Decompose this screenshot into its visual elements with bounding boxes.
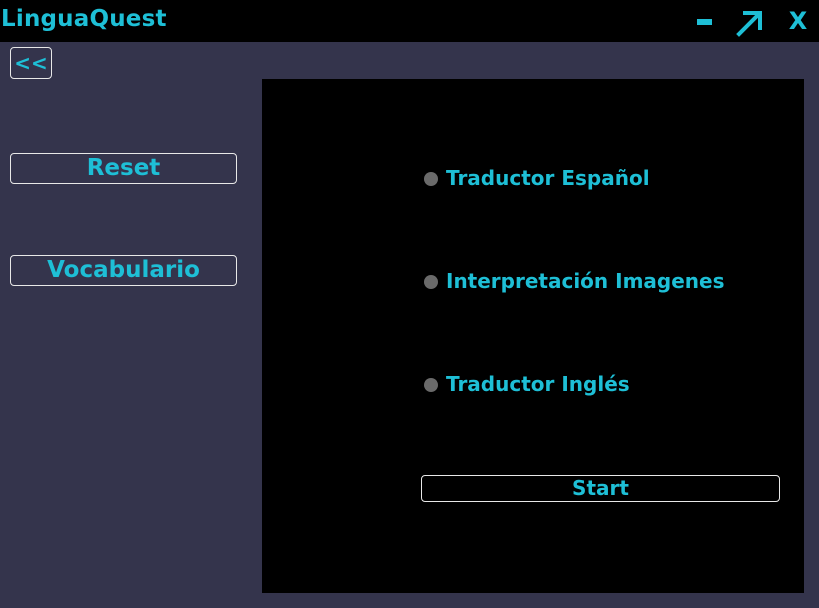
close-button[interactable]: X bbox=[787, 6, 809, 36]
maximize-arrow-icon bbox=[736, 11, 762, 37]
back-button[interactable]: << bbox=[10, 47, 52, 79]
start-button[interactable]: Start bbox=[421, 475, 780, 502]
app-title: LinguaQuest bbox=[1, 6, 167, 32]
minimize-button[interactable] bbox=[694, 0, 716, 42]
option-label: Interpretación Imagenes bbox=[446, 269, 725, 293]
maximize-button[interactable] bbox=[735, 0, 765, 42]
option-label: Traductor Español bbox=[446, 166, 650, 190]
option-label: Traductor Inglés bbox=[446, 372, 630, 396]
reset-button[interactable]: Reset bbox=[10, 153, 237, 184]
title-bar: LinguaQuest X bbox=[0, 0, 819, 42]
radio-button[interactable] bbox=[424, 378, 438, 392]
radio-button[interactable] bbox=[424, 275, 438, 289]
vocabulary-button[interactable]: Vocabulario bbox=[10, 255, 237, 286]
radio-button[interactable] bbox=[424, 172, 438, 186]
mode-selection-panel: Traductor Español Interpretación Imagene… bbox=[262, 79, 804, 593]
minimize-icon bbox=[697, 19, 712, 25]
